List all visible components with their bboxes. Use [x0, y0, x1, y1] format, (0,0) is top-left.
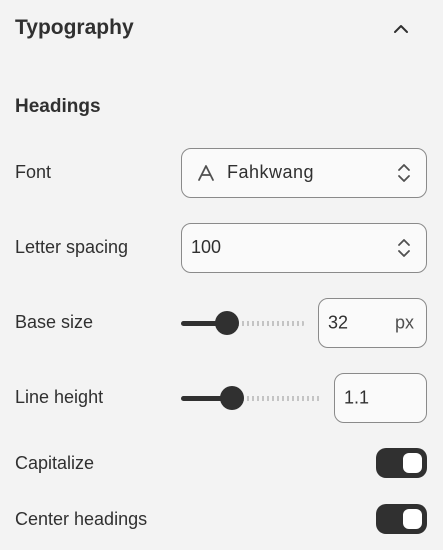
- letter-spacing-label: Letter spacing: [15, 237, 129, 257]
- line-height-slider[interactable]: [181, 386, 322, 410]
- base-size-label: Base size: [15, 312, 94, 332]
- base-size-value: 32: [328, 312, 349, 333]
- capitalize-label: Capitalize: [15, 453, 95, 473]
- line-height-input[interactable]: 1.1: [334, 373, 427, 423]
- slider-track: [232, 321, 305, 326]
- section-header[interactable]: Typography: [15, 14, 427, 44]
- chevron-up-down-icon[interactable]: [396, 237, 412, 259]
- letter-spacing-select[interactable]: 100: [181, 223, 427, 273]
- chevron-up-down-icon[interactable]: [396, 162, 412, 184]
- font-picker[interactable]: Fahkwang: [181, 148, 427, 198]
- font-value: Fahkwang: [227, 162, 315, 182]
- headings-subtitle: Headings: [15, 96, 101, 117]
- slider-track-filled: [181, 396, 223, 401]
- center-headings-toggle[interactable]: [376, 504, 427, 534]
- section-title: Typography: [15, 16, 134, 39]
- toggle-knob: [403, 509, 422, 529]
- slider-track-filled: [181, 321, 218, 326]
- base-size-slider[interactable]: [181, 311, 305, 335]
- line-height-value: 1.1: [344, 387, 370, 408]
- capitalize-toggle[interactable]: [376, 448, 427, 478]
- letter-spacing-value: 100: [191, 237, 222, 257]
- center-headings-label: Center headings: [15, 509, 148, 529]
- font-letter-icon: [197, 164, 215, 182]
- line-height-label: Line height: [15, 387, 104, 407]
- slider-thumb[interactable]: [220, 386, 244, 410]
- chevron-up-icon[interactable]: [390, 18, 412, 40]
- font-label: Font: [15, 162, 52, 182]
- slider-track: [237, 396, 322, 401]
- base-size-unit: px: [394, 312, 414, 333]
- slider-thumb[interactable]: [215, 311, 239, 335]
- toggle-knob: [403, 453, 422, 473]
- base-size-input[interactable]: 32 px: [318, 298, 427, 348]
